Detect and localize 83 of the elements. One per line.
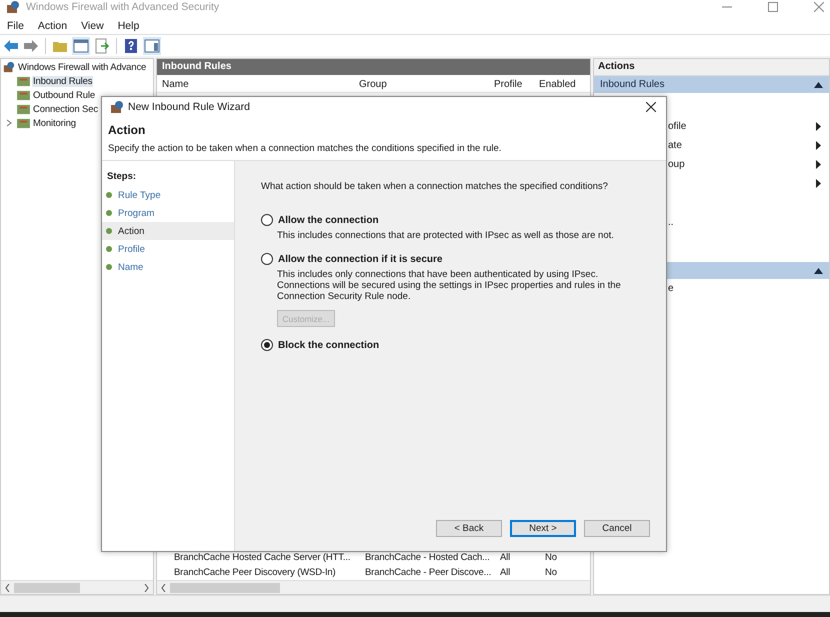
bullet-icon	[106, 210, 112, 216]
steps-label: Steps:	[106, 171, 138, 184]
firewall-icon	[3, 61, 15, 73]
export-icon[interactable]	[94, 38, 110, 54]
pane-command[interactable]: ate	[668, 140, 682, 151]
tree-item[interactable]: Inbound Rules	[32, 76, 94, 86]
page-description: Specify the action to be taken when a connection matches the conditions specified in the rule.	[107, 142, 502, 154]
pane-header: Inbound Rules	[157, 59, 590, 75]
scrollbar-thumb[interactable]	[170, 582, 280, 592]
table-cell-text: All	[499, 567, 512, 578]
column-header[interactable]: Name	[157, 79, 354, 90]
page-heading: Action	[107, 122, 146, 137]
submenu-arrow-icon[interactable]	[816, 122, 821, 131]
panel-icon[interactable]	[143, 36, 161, 54]
submenu-arrow-icon[interactable]	[816, 160, 821, 169]
option-note: This includes only connections that have been authenticated by using IPsec. Connections will be secured using the settings in IPsec properties and rules in the Connection Security Rule node.	[276, 269, 622, 302]
radio-button[interactable]	[261, 253, 273, 265]
menu-item[interactable]: File	[7, 20, 24, 32]
maximize-icon[interactable]	[768, 2, 778, 12]
tree-item[interactable]: Outbound Rule	[32, 90, 96, 100]
option-note: This includes connections that are protected with IPsec as well as those are not.	[276, 230, 615, 241]
tree-item[interactable]: Connection Sec	[32, 104, 99, 114]
list-view-icon[interactable]	[72, 36, 90, 54]
menu-item[interactable]: Action	[38, 20, 68, 32]
step-item[interactable]: Rule Type	[102, 186, 234, 204]
bullet-icon	[106, 264, 112, 270]
dialog-button[interactable]: Cancel	[584, 520, 650, 537]
column-header[interactable]: Enabled	[534, 79, 583, 90]
forward-icon[interactable]	[23, 38, 39, 52]
bullet-icon	[106, 192, 112, 198]
collapse-icon[interactable]	[814, 268, 823, 274]
option-label[interactable]: Allow the connection if it is secure	[278, 254, 442, 264]
option-label[interactable]: Block the connection	[278, 340, 380, 350]
step-item[interactable]: Program	[102, 204, 234, 222]
column-header[interactable]: Profile	[489, 79, 534, 90]
menu-item[interactable]: View	[81, 20, 104, 32]
bullet-icon	[106, 228, 112, 234]
scroll-left-icon[interactable]	[161, 584, 166, 592]
help-icon[interactable]	[123, 38, 139, 54]
table-cell-text: BranchCache - Hosted Cach...	[364, 552, 491, 563]
dialog-button[interactable]: Next >	[510, 520, 576, 537]
menu-item[interactable]: Help	[118, 20, 140, 32]
submenu-arrow-icon[interactable]	[816, 179, 821, 188]
column-header[interactable]: Group	[354, 79, 489, 90]
pane-header: Actions	[594, 59, 829, 76]
pane-command[interactable]: ..	[668, 217, 674, 228]
submenu-arrow-icon[interactable]	[816, 141, 821, 150]
option-label[interactable]: Allow the connection	[278, 214, 379, 226]
close-icon[interactable]	[646, 102, 656, 112]
dialog-button[interactable]: < Back	[436, 520, 502, 537]
tree-item[interactable]: Windows Firewall with Advance	[17, 62, 148, 72]
pane-command[interactable]: oup	[668, 159, 685, 170]
rules-icon	[17, 76, 30, 86]
table-cell-text: BranchCache Hosted Cache Server (HTT...	[173, 552, 352, 563]
scrollbar-thumb[interactable]	[14, 582, 80, 592]
table-cell-text: No	[544, 567, 558, 578]
step-item[interactable]: Profile	[102, 240, 234, 258]
back-icon[interactable]	[3, 38, 19, 52]
firewall-icon	[6, 0, 20, 14]
rules-icon	[17, 118, 30, 128]
table-cell-text: All	[499, 552, 512, 563]
window-title: Windows Firewall with Advanced Security	[26, 1, 220, 13]
step-item[interactable]: Name	[102, 258, 234, 276]
scroll-left-icon[interactable]	[5, 584, 10, 592]
table-cell-text: BranchCache - Peer Discove...	[364, 567, 492, 578]
radio-button[interactable]	[261, 339, 273, 351]
collapse-icon[interactable]	[814, 82, 823, 88]
question-text: What action should be taken when a connection matches the specified conditions?	[261, 181, 609, 192]
dialog-title: New Inbound Rule Wizard	[128, 101, 250, 113]
step-item[interactable]: Action	[102, 222, 234, 240]
bullet-icon	[106, 246, 112, 252]
scroll-right-icon[interactable]	[144, 584, 149, 592]
pane-command[interactable]: ofile	[668, 121, 686, 132]
radio-button[interactable]	[261, 214, 273, 226]
expand-icon[interactable]	[6, 119, 12, 127]
rules-icon	[17, 104, 30, 114]
table-cell-text: No	[544, 552, 558, 563]
table-cell-text: BranchCache Peer Discovery (WSD-In)	[173, 567, 337, 578]
rules-icon	[17, 90, 30, 100]
pane-command[interactable]: e	[668, 283, 674, 294]
firewall-icon	[110, 100, 124, 114]
tree-item[interactable]: Monitoring	[32, 118, 77, 128]
section-header[interactable]: Inbound Rules	[594, 76, 829, 93]
